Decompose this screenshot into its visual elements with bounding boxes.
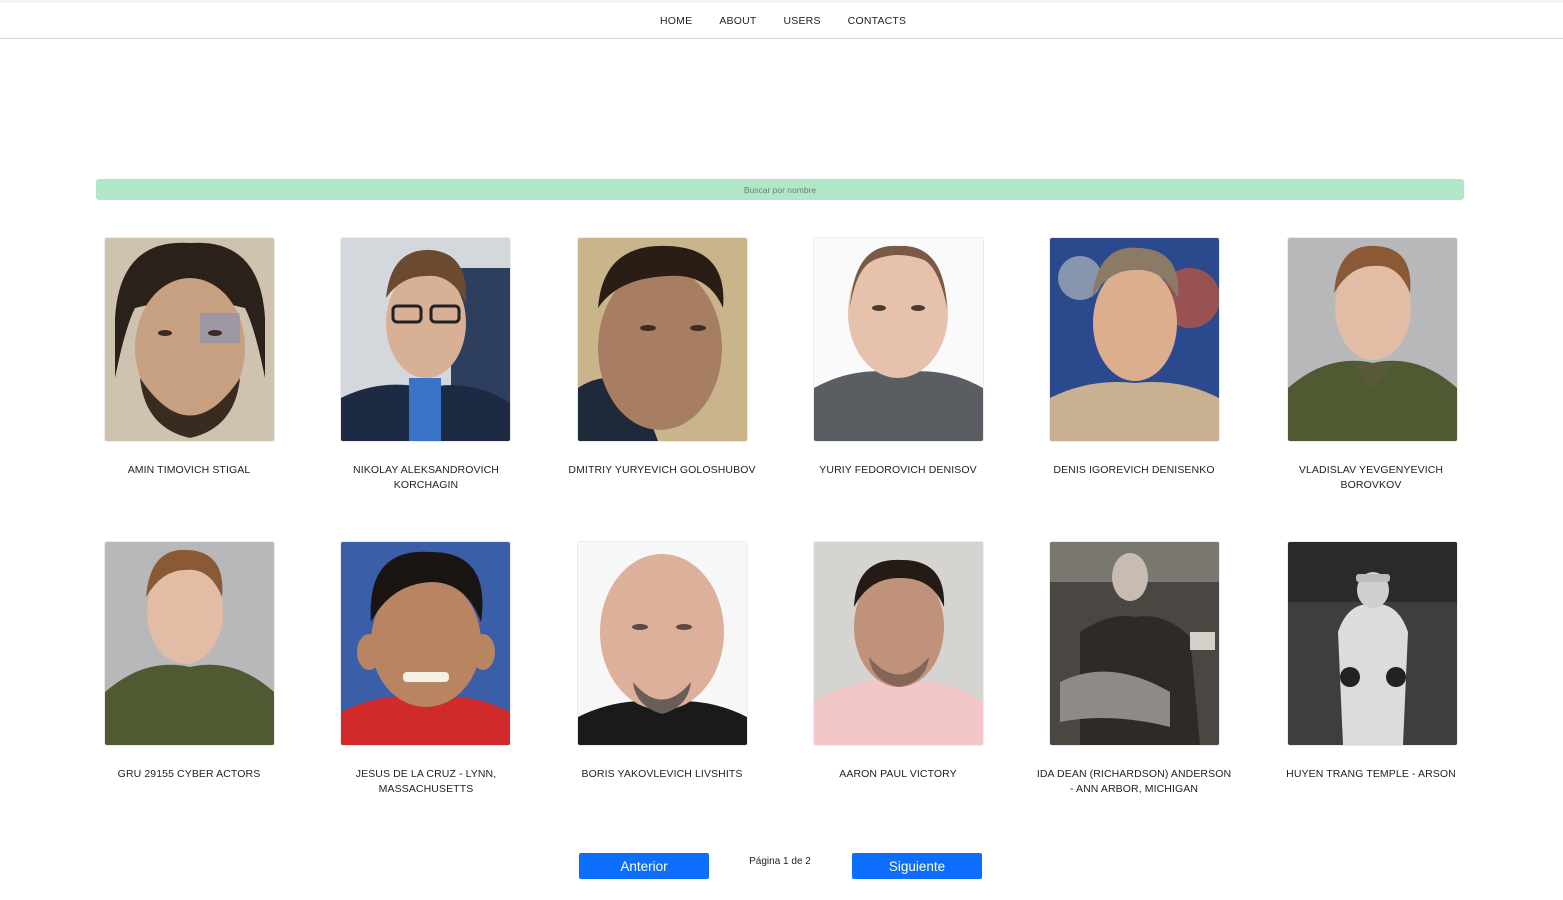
profile-name: HUYEN TRANG TEMPLE - ARSON bbox=[1286, 768, 1456, 780]
profile-photo bbox=[1050, 542, 1219, 745]
profile-name: AMIN TIMOVICH STIGAL bbox=[127, 464, 251, 476]
profile-name: VLADISLAV YEVGENYEVICH BOROVKOV bbox=[1298, 464, 1444, 491]
profile-name: DENIS IGOREVICH DENISENKO bbox=[1053, 464, 1215, 476]
previous-button[interactable]: Anterior bbox=[579, 853, 709, 879]
profile-name: AARON PAUL VICTORY bbox=[839, 768, 957, 780]
page-indicator: Página 1 de 2 bbox=[749, 856, 811, 867]
profile-photo bbox=[105, 542, 274, 745]
profile-photo bbox=[814, 238, 983, 441]
profile-photo bbox=[105, 238, 274, 441]
profile-photo bbox=[578, 238, 747, 441]
next-button[interactable]: Siguiente bbox=[852, 853, 982, 879]
profile-name: NIKOLAY ALEKSANDROVICH KORCHAGIN bbox=[353, 464, 499, 491]
profile-name: BORIS YAKOVLEVICH LIVSHITS bbox=[581, 768, 743, 780]
profile-photo bbox=[578, 542, 747, 745]
profile-name: IDA DEAN (RICHARDSON) ANDERSON - ANN ARB… bbox=[1036, 768, 1232, 795]
profile-grid: AMIN TIMOVICH STIGAL NIKOLAY ALEKSANDROV… bbox=[0, 0, 1563, 900]
profile-name: YURIY FEDOROVICH DENISOV bbox=[819, 464, 977, 476]
profile-photo bbox=[341, 542, 510, 745]
profile-name: JESUS DE LA CRUZ - LYNN, MASSACHUSETTS bbox=[355, 768, 497, 795]
profile-photo bbox=[341, 238, 510, 441]
profile-photo bbox=[1288, 238, 1457, 441]
profile-photo bbox=[1050, 238, 1219, 441]
profile-photo bbox=[814, 542, 983, 745]
profile-name: DMITRIY YURYEVICH GOLOSHUBOV bbox=[568, 464, 756, 476]
profile-name: GRU 29155 CYBER ACTORS bbox=[117, 768, 261, 780]
profile-photo bbox=[1288, 542, 1457, 745]
